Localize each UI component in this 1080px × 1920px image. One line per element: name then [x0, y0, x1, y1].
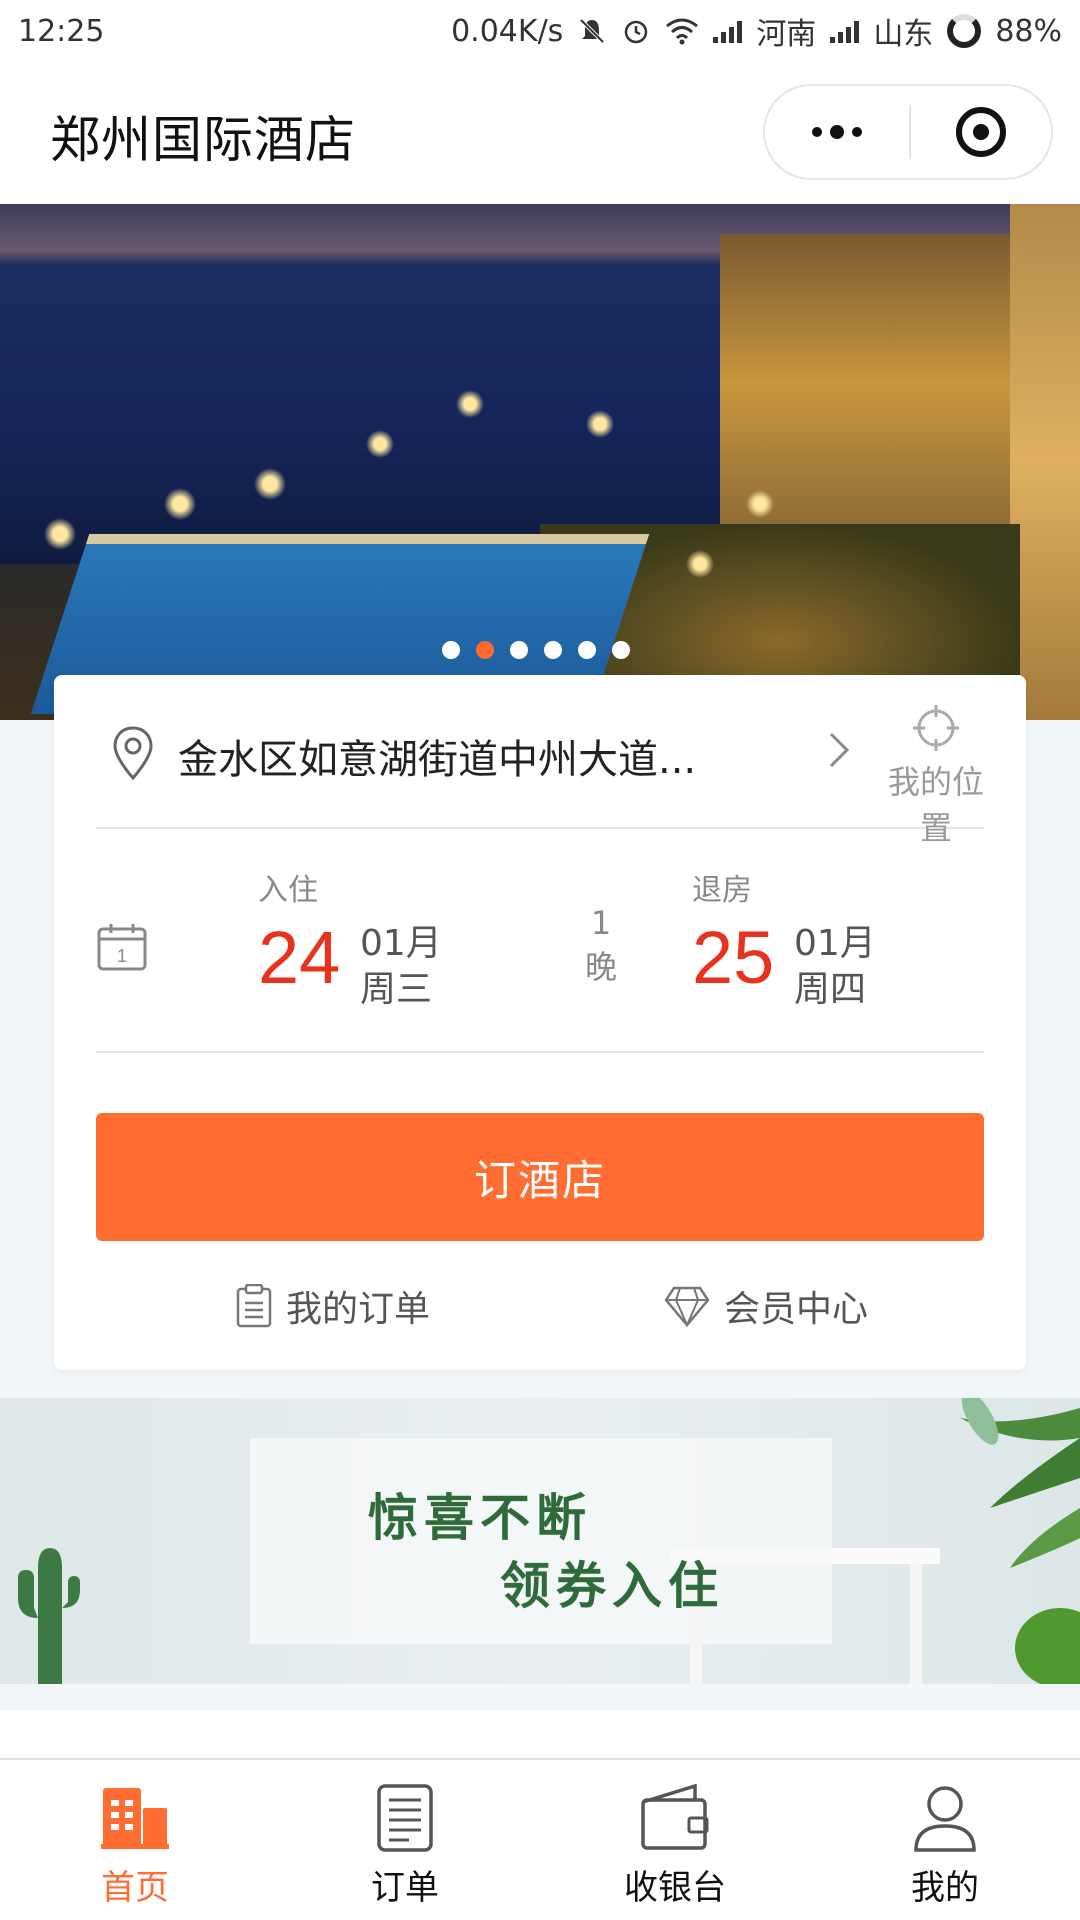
more-button[interactable]	[765, 86, 909, 178]
tab-checkout-label: 收银台	[624, 1868, 726, 1908]
member-center-label: 会员中心	[724, 1289, 869, 1330]
page-title: 郑州国际酒店	[50, 111, 356, 169]
checkin-weekday: 周三	[360, 969, 433, 1010]
checkin-date[interactable]: 入住 24 01月周三	[258, 865, 442, 1010]
tab-checkout[interactable]: 收银台	[540, 1760, 810, 1920]
location-pin-icon	[113, 726, 153, 781]
address-text[interactable]: 金水区如意湖街道中州大道...	[178, 727, 696, 785]
status-time: 12:25	[18, 13, 105, 49]
battery-level: 88%	[995, 13, 1062, 49]
checkout-month: 01月	[794, 923, 876, 964]
close-target-icon	[956, 107, 1006, 157]
signal-icon-2	[830, 19, 860, 43]
wifi-icon	[666, 18, 699, 45]
section-heading-partial	[0, 1710, 1080, 1760]
checkin-month-weekday: 01月周三	[360, 921, 480, 1013]
checkout-month-weekday: 01月周四	[794, 921, 914, 1013]
date-row[interactable]: 1 入住 24 01月 周三 1晚 退房 25 01月 周四	[96, 831, 984, 1053]
calendar-icon: 1	[97, 924, 147, 971]
checkin-month: 01月	[360, 923, 442, 964]
building-icon	[101, 1788, 169, 1849]
tab-orders[interactable]: 订单	[270, 1760, 540, 1920]
chevron-right-icon	[829, 732, 850, 768]
my-orders-label: 我的订单	[286, 1289, 431, 1330]
member-center-link[interactable]: 会员中心	[664, 1271, 868, 1341]
title-bar: 郑州国际酒店	[0, 62, 1080, 204]
battery-icon	[947, 14, 982, 48]
tab-profile[interactable]: 我的	[810, 1760, 1080, 1920]
location-row[interactable]: 金水区如意湖街道中州大道... 我的位置	[96, 675, 984, 847]
carrier-1: 河南	[756, 17, 817, 52]
book-hotel-button[interactable]: 订酒店	[96, 1113, 984, 1241]
promo-line-1: 惊喜不断	[368, 1488, 592, 1547]
promo-banner[interactable]: 惊喜不断 领券入住	[0, 1398, 1080, 1684]
quick-links: 我的订单 会员中心	[96, 1271, 984, 1341]
booking-card: 金水区如意湖街道中州大道... 我的位置 1 入住 24 01月 周三 1晚 退房…	[54, 675, 1026, 1370]
tab-home-label: 首页	[101, 1868, 169, 1908]
tab-orders-label: 订单	[371, 1868, 439, 1908]
carousel-dot[interactable]	[578, 641, 596, 659]
carousel-indicators	[0, 641, 1080, 659]
mini-program-capsule	[763, 84, 1053, 180]
mute-icon	[579, 18, 605, 44]
my-orders-link[interactable]: 我的订单	[236, 1271, 430, 1341]
checkout-date[interactable]: 退房 25 01月周四	[692, 865, 876, 1010]
status-indicators: 0.04K/s 河南 山东 88%	[451, 9, 1062, 53]
list-icon	[377, 1784, 433, 1852]
my-location-button[interactable]: 我的位置	[876, 703, 996, 849]
palm-leaf-decoration	[960, 1398, 1080, 1684]
wallet-icon	[641, 1784, 709, 1850]
diamond-icon	[664, 1286, 710, 1327]
carrier-2: 山东	[873, 17, 934, 52]
carousel-dot[interactable]	[510, 641, 528, 659]
checkout-label: 退房	[692, 873, 752, 908]
alarm-icon	[625, 20, 648, 44]
carousel-dot[interactable]	[442, 641, 460, 659]
checkin-day: 24	[258, 916, 341, 999]
carousel-dot-active[interactable]	[476, 641, 494, 659]
status-bar: 12:25 0.04K/s 河南 山东 88%	[0, 0, 1080, 62]
close-button[interactable]	[911, 86, 1051, 178]
checkout-day: 25	[692, 916, 775, 999]
tab-home[interactable]: 首页	[0, 1760, 270, 1920]
cactus-decoration	[18, 1548, 80, 1684]
network-speed: 0.04K/s	[451, 13, 564, 49]
carousel-dot[interactable]	[544, 641, 562, 659]
signal-icon	[713, 19, 743, 43]
checkin-label: 入住	[258, 873, 318, 908]
user-icon	[914, 1786, 976, 1852]
carousel-dot[interactable]	[612, 641, 630, 659]
crosshair-icon	[913, 705, 959, 751]
nights-count: 1晚	[576, 901, 626, 989]
checkout-weekday: 周四	[794, 969, 867, 1010]
svg-text:1: 1	[117, 946, 127, 966]
nights-unit: 晚	[584, 948, 617, 986]
bottom-tab-bar: 首页 订单 收银台 我的	[0, 1758, 1080, 1920]
tab-profile-label: 我的	[911, 1868, 979, 1908]
nights-number: 1	[590, 904, 612, 942]
promo-line-2: 领券入住	[500, 1556, 724, 1615]
clipboard-icon	[236, 1284, 272, 1328]
